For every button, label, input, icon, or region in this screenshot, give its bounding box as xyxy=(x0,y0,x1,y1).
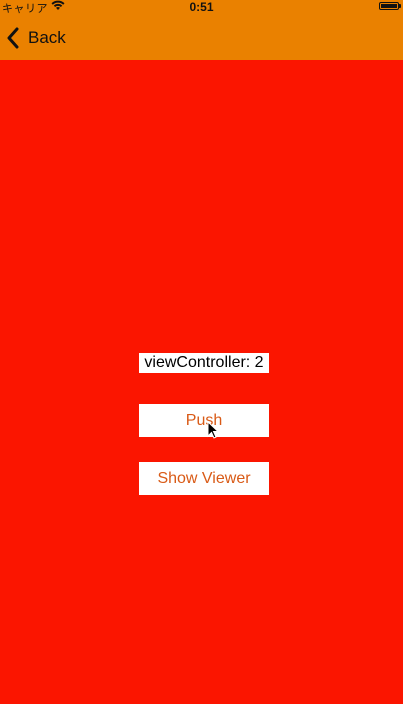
battery-tip xyxy=(399,4,401,8)
view-controller-label: viewController: 2 xyxy=(139,353,269,373)
navigation-bar: キャリア 0:51 Back xyxy=(0,0,403,60)
status-time: 0:51 xyxy=(189,0,214,14)
show-viewer-button[interactable]: Show Viewer xyxy=(139,462,269,495)
push-button[interactable]: Push xyxy=(139,404,269,437)
mouse-cursor-icon xyxy=(207,421,219,439)
back-label: Back xyxy=(28,28,66,47)
chevron-left-icon xyxy=(7,27,19,49)
status-bar: キャリア 0:51 xyxy=(0,0,403,15)
battery-icon xyxy=(379,2,399,10)
back-button[interactable]: Back xyxy=(6,24,66,52)
